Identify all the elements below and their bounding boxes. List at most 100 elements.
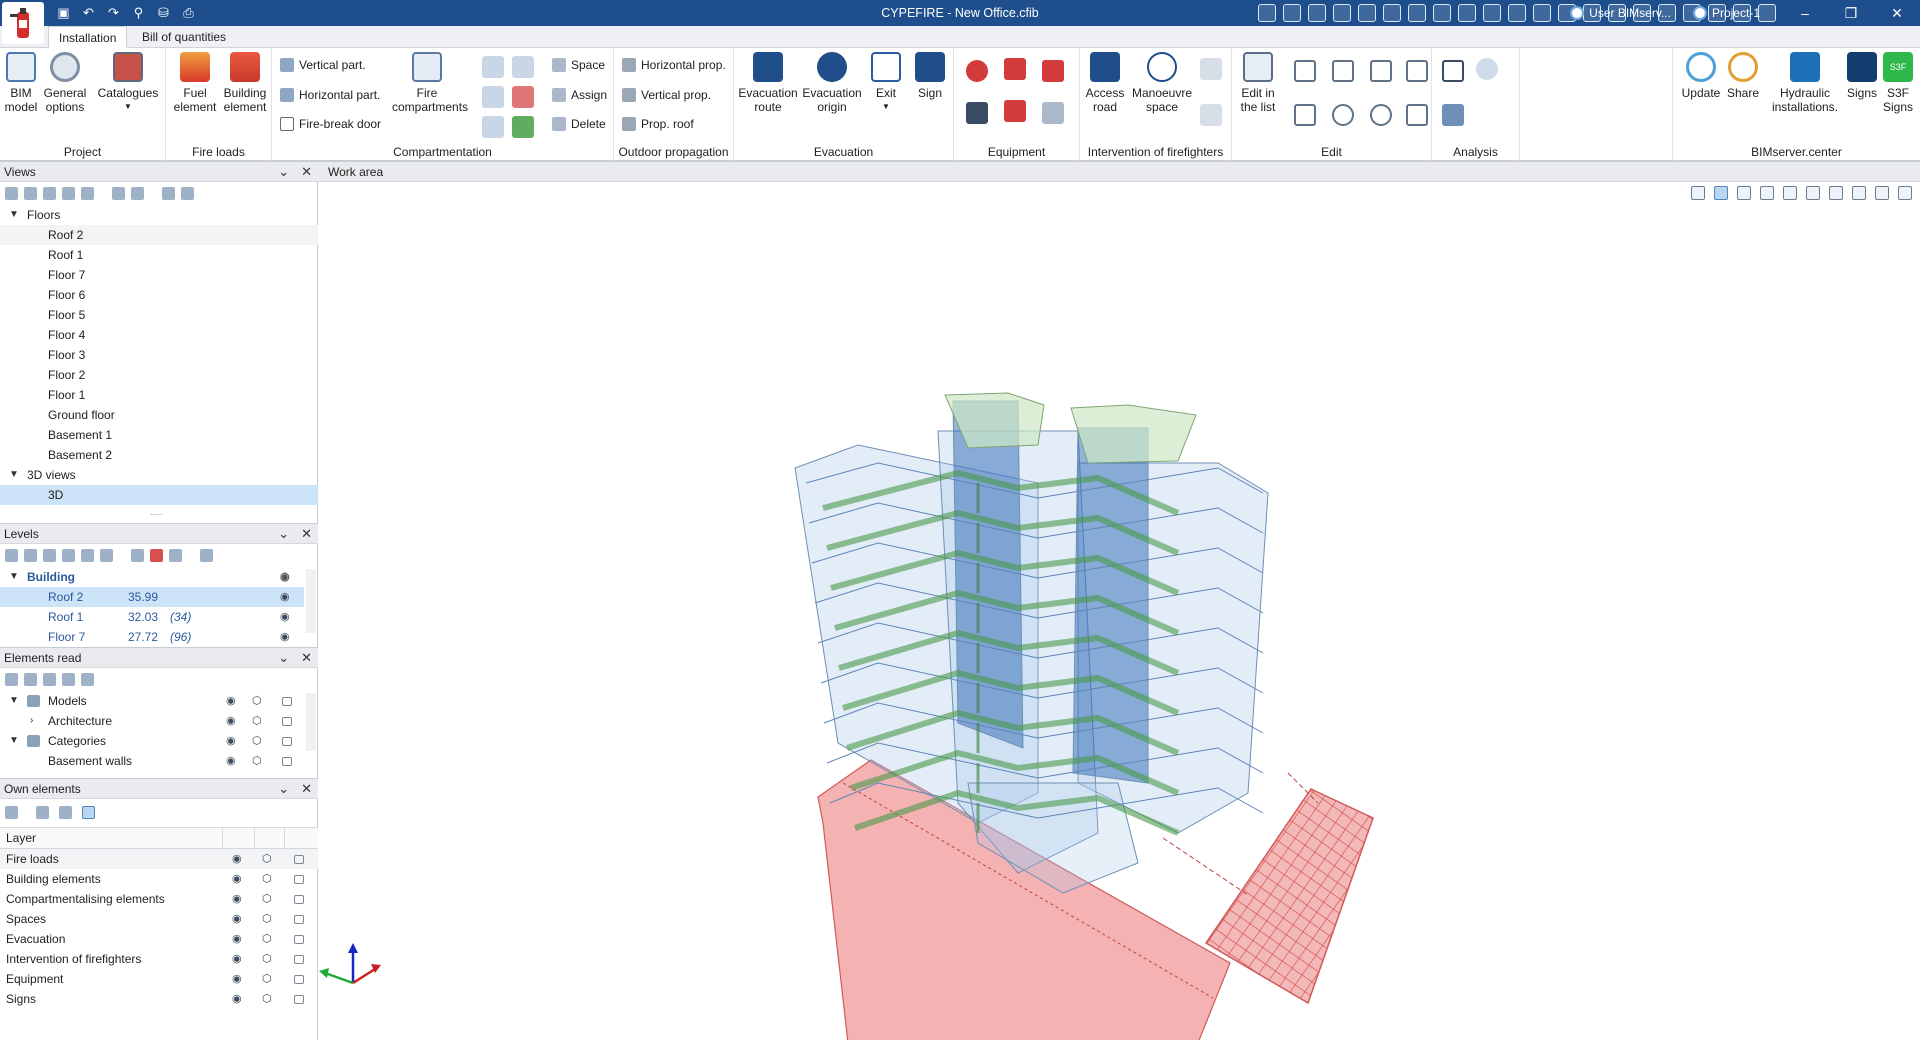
own-element-tool-icon[interactable]	[59, 805, 72, 819]
lock-icon[interactable]	[294, 935, 304, 944]
view-tool-icon[interactable]	[162, 186, 175, 200]
element-read-row[interactable]: Basement walls ◉ ⬡	[0, 751, 304, 771]
view-tool-icon[interactable]	[5, 186, 18, 200]
transparency-icon[interactable]: ⬡	[262, 869, 272, 889]
floor-item[interactable]: Basement 2	[0, 445, 318, 465]
level-tool-icon[interactable]	[131, 548, 144, 562]
wand-icon[interactable]	[200, 548, 213, 562]
compartment-tool-icon[interactable]	[512, 116, 534, 138]
orbit-icon[interactable]	[1408, 4, 1426, 22]
compartment-tool-icon[interactable]	[482, 86, 504, 108]
collapse-icon[interactable]: ⌄	[278, 650, 289, 666]
calculator-icon[interactable]	[1442, 60, 1464, 82]
fire-break-door-button[interactable]: Fire-break door	[280, 117, 381, 131]
eye-icon[interactable]: ◉	[226, 731, 236, 751]
frame-icon[interactable]	[1533, 4, 1551, 22]
level-row[interactable]: Roof 1 32.03 (34) ◉	[0, 607, 304, 627]
fire-alarm-icon[interactable]	[966, 60, 988, 82]
export-icon[interactable]: ⛁	[154, 3, 173, 22]
floor-item[interactable]: Floor 4	[0, 325, 318, 345]
view-tool-icon[interactable]	[43, 186, 56, 200]
catalogues-button[interactable]: Catalogues ▼	[96, 52, 160, 114]
layer-row[interactable]: Signs ◉ ⬡	[0, 989, 318, 1009]
eraser-icon[interactable]	[1294, 60, 1316, 82]
lock-icon[interactable]	[294, 875, 304, 884]
floor-item[interactable]: Ground floor	[0, 405, 318, 425]
eye-icon[interactable]: ◉	[280, 567, 290, 587]
lock-icon[interactable]	[294, 915, 304, 924]
own-element-tool-icon[interactable]	[5, 805, 18, 819]
own-element-tool-icon[interactable]	[36, 805, 49, 819]
compartment-tool-icon[interactable]	[512, 56, 534, 78]
chevron-down-icon[interactable]: ▼	[9, 731, 19, 751]
eye-icon[interactable]: ◉	[232, 909, 242, 929]
extinguisher-icon[interactable]	[1004, 58, 1026, 80]
level-tool-icon[interactable]	[150, 548, 163, 562]
element-read-row[interactable]: ▼ Categories ◉ ⬡	[0, 731, 304, 751]
fire-compartments-button[interactable]: Fire compartments	[392, 52, 468, 114]
vertical-prop-button[interactable]: Vertical prop.	[622, 88, 711, 102]
close-icon[interactable]: ✕	[301, 781, 312, 797]
close-icon[interactable]: ✕	[301, 526, 312, 542]
layer-row[interactable]: Evacuation ◉ ⬡	[0, 929, 318, 949]
swap-icon[interactable]	[1406, 60, 1428, 82]
edit-level-icon[interactable]	[43, 548, 56, 562]
collapse-icon[interactable]: ⌄	[278, 781, 289, 797]
eye-icon[interactable]: ◉	[280, 607, 290, 627]
intervention-tool-icon[interactable]	[1200, 58, 1222, 80]
signs-button[interactable]: Signs	[1845, 52, 1879, 100]
levels-scrollbar[interactable]	[306, 569, 316, 633]
bim-model-button[interactable]: BIM model	[4, 52, 38, 114]
rotate-icon[interactable]	[1332, 104, 1354, 126]
insert-level-icon[interactable]	[24, 548, 37, 562]
eye-icon[interactable]: ◉	[226, 751, 236, 771]
tab-installation[interactable]: Installation	[48, 26, 128, 48]
undo-icon[interactable]: ↶	[79, 3, 98, 22]
view-tool-icon[interactable]	[112, 186, 125, 200]
level-group-building[interactable]: ▼ Building ◉	[0, 567, 318, 587]
floor-item[interactable]: Floor 1	[0, 385, 318, 405]
element-tool-icon[interactable]	[5, 672, 18, 686]
horizontal-partition-button[interactable]: Horizontal part.	[280, 88, 380, 102]
transparency-icon[interactable]: ⬡	[252, 731, 262, 751]
exit-button[interactable]: Exit ▼	[868, 52, 904, 114]
hose-cabinet-icon[interactable]	[1042, 60, 1064, 82]
eye-icon[interactable]: ◉	[232, 849, 242, 869]
floor-item[interactable]: Floor 7	[0, 265, 318, 285]
eye-off-icon[interactable]: ◉	[226, 711, 236, 731]
element-tool-icon[interactable]	[43, 672, 56, 686]
layer-row[interactable]: Compartmentalising elements ◉ ⬡	[0, 889, 318, 909]
floor-item[interactable]: Floor 2	[0, 365, 318, 385]
view-tool-icon[interactable]	[1258, 4, 1276, 22]
lock-icon[interactable]	[282, 737, 292, 746]
transparency-icon[interactable]: ⬡	[262, 929, 272, 949]
manoeuvre-space-button[interactable]: Manoeuvre space	[1130, 52, 1194, 114]
element-tool-icon[interactable]	[62, 672, 75, 686]
move-up-icon[interactable]	[81, 548, 94, 562]
eye-icon[interactable]: ◉	[232, 929, 242, 949]
close-icon[interactable]: ✕	[301, 164, 312, 180]
layer-row[interactable]: Intervention of firefighters ◉ ⬡	[0, 949, 318, 969]
user-account[interactable]: User BIMserv...	[1570, 6, 1671, 20]
print-icon[interactable]: ⎙	[179, 3, 198, 22]
lock-icon[interactable]	[282, 717, 292, 726]
own-element-tool-icon[interactable]	[82, 805, 95, 819]
project-selector[interactable]: Project-1	[1692, 6, 1760, 20]
elements-scrollbar[interactable]	[306, 693, 316, 751]
chevron-down-icon[interactable]: ▼	[9, 691, 19, 711]
info-icon[interactable]	[81, 672, 94, 686]
check-errors-icon[interactable]	[1476, 58, 1498, 80]
view-tool-icon[interactable]	[1358, 4, 1376, 22]
general-options-button[interactable]: General options	[42, 52, 88, 114]
lock-icon[interactable]	[294, 975, 304, 984]
level-row[interactable]: Roof 2 35.99 ◉	[0, 587, 304, 607]
transparency-icon[interactable]: ⬡	[252, 711, 262, 731]
restore-button[interactable]: ❐	[1828, 5, 1874, 22]
view-tool-icon[interactable]	[81, 186, 94, 200]
fuel-element-button[interactable]: Fuel element	[172, 52, 218, 114]
eye-icon[interactable]: ◉	[232, 969, 242, 989]
floor-item[interactable]: Roof 1	[0, 245, 318, 265]
close-icon[interactable]: ✕	[301, 650, 312, 666]
detector-icon[interactable]	[1042, 102, 1064, 124]
view-tool-icon[interactable]	[131, 186, 144, 200]
